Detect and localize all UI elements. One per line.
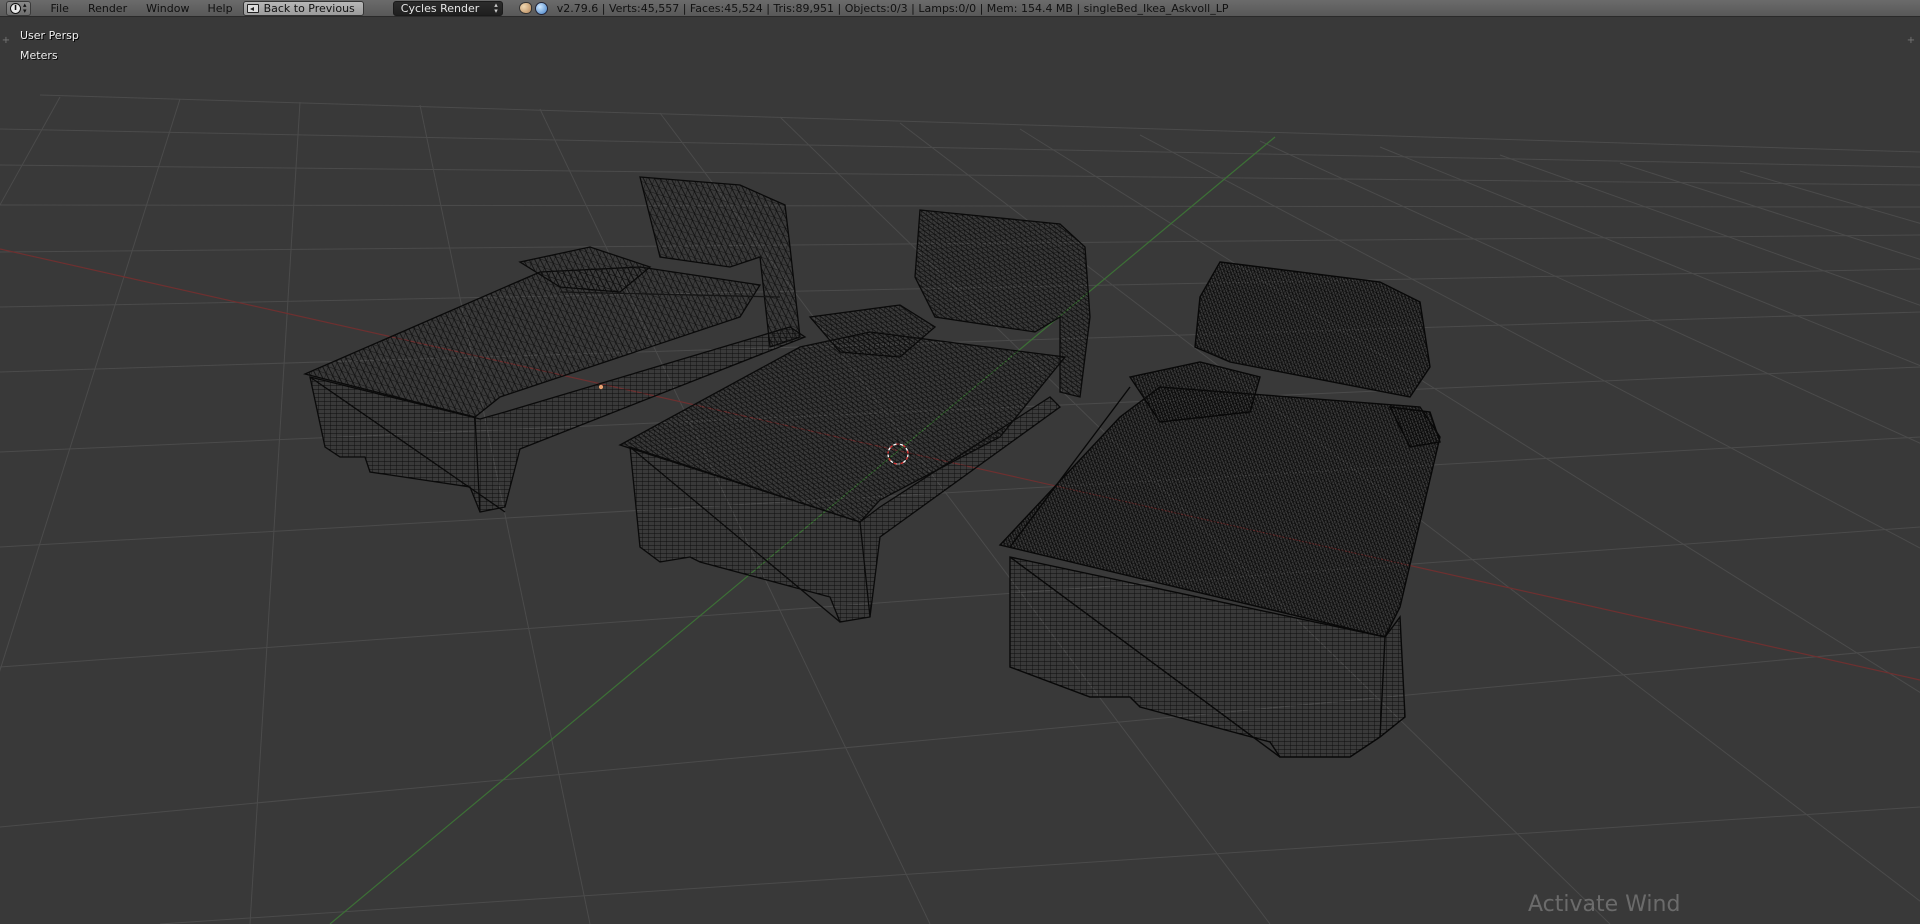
activation-watermark: Activate Wind bbox=[1528, 892, 1681, 917]
scene-statistics: v2.79.6 | Verts:45,557 | Faces:45,524 | … bbox=[556, 1, 1229, 15]
scene-icon[interactable] bbox=[518, 2, 532, 14]
render-engine-value: Cycles Render bbox=[400, 1, 480, 15]
dropdown-arrows-icon: ▴ ▾ bbox=[494, 1, 498, 15]
back-to-previous-icon bbox=[246, 3, 259, 13]
world-icon[interactable] bbox=[534, 1, 548, 15]
viewport-canvas bbox=[0, 94, 1920, 924]
view-name-label: User Persp bbox=[20, 29, 79, 42]
menu-window[interactable]: Window bbox=[146, 2, 189, 15]
area-split-right-icon[interactable]: + bbox=[1906, 36, 1916, 46]
back-to-previous-button[interactable]: Back to Previous bbox=[242, 0, 364, 16]
editor-type-selector[interactable]: i ▴ ▾ bbox=[6, 0, 31, 16]
units-label: Meters bbox=[20, 49, 58, 62]
area-split-left-icon[interactable]: + bbox=[1, 36, 11, 46]
render-engine-dropdown[interactable]: Cycles Render ▴ ▾ bbox=[392, 0, 503, 16]
scene-world-icons bbox=[518, 1, 548, 15]
menu-render[interactable]: Render bbox=[88, 2, 127, 15]
updown-arrows-icon: ▴ ▾ bbox=[23, 1, 27, 15]
object-origin-dot bbox=[598, 384, 604, 390]
menu-help[interactable]: Help bbox=[207, 2, 232, 15]
info-icon: i bbox=[10, 2, 21, 14]
back-to-previous-label: Back to Previous bbox=[263, 1, 355, 15]
menu-file[interactable]: File bbox=[51, 2, 69, 15]
info-header: i ▴ ▾ File Render Window Help Back to Pre… bbox=[0, 0, 1920, 17]
3d-viewport[interactable]: User Persp Meters + + Activate Wind bbox=[0, 17, 1920, 924]
